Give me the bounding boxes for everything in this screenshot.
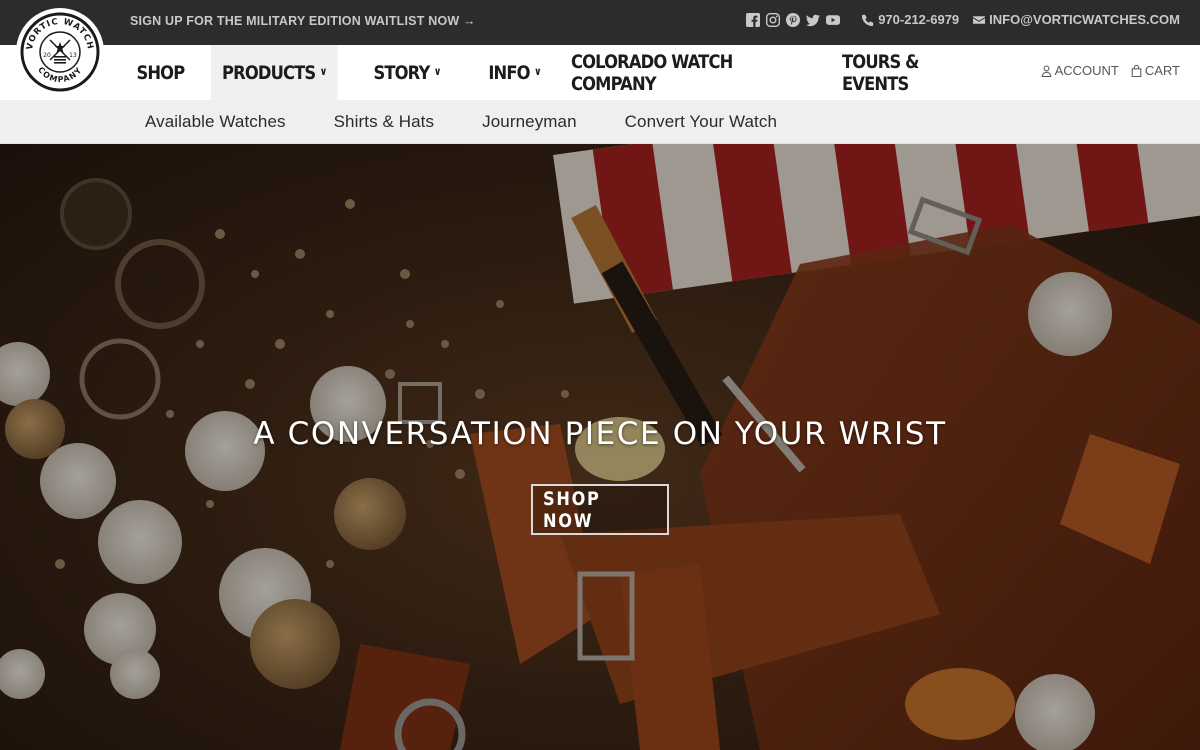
shop-now-button[interactable]: SHOP NOW	[531, 484, 669, 535]
nav-item-story[interactable]: STORY ∨	[358, 45, 456, 100]
submenu-item-available-watches[interactable]: Available Watches	[145, 100, 286, 144]
submenu-item-journeyman[interactable]: Journeyman	[482, 100, 577, 144]
envelope-icon	[973, 15, 986, 24]
nav-item-shop[interactable]: SHOP	[126, 45, 195, 100]
phone-number: 970-212-6979	[878, 12, 960, 27]
submenu-item-convert-your-watch[interactable]: Convert Your Watch	[625, 100, 777, 144]
nav-item-label: SHOP	[136, 61, 185, 84]
submenu-item-shirts-hats[interactable]: Shirts & Hats	[334, 100, 435, 144]
nav-item-label: COLORADO WATCH COMPANY	[571, 50, 733, 95]
hero-banner: A CONVERSATION PIECE ON YOUR WRIST SHOP …	[0, 144, 1200, 750]
account-link[interactable]: ACCOUNT	[1041, 63, 1119, 78]
twitter-icon[interactable]	[805, 12, 820, 27]
announcement-bar: SIGN UP FOR THE MILITARY EDITION WAITLIS…	[0, 0, 1200, 45]
nav-item-label: STORY	[373, 61, 430, 84]
nav-item-tours-events[interactable]: TOURS & EVENTS	[842, 45, 980, 100]
chevron-down-icon: ∨	[533, 65, 542, 78]
svg-text:20: 20	[43, 52, 51, 59]
waitlist-link[interactable]: SIGN UP FOR THE MILITARY EDITION WAITLIS…	[130, 14, 476, 28]
social-links	[745, 12, 840, 27]
account-cart-links: ACCOUNT CART	[1041, 63, 1180, 78]
topbar-right: 970-212-6979 INFO@VORTICWATCHES.COM	[745, 12, 1180, 27]
pinterest-icon[interactable]	[785, 12, 800, 27]
logo-emblem: VORTIC WATCH COMPANY 20 13	[20, 12, 100, 92]
main-navigation: SHOP PRODUCTS ∨ STORY ∨ INFO ∨ COLORADO WAT…	[0, 45, 1200, 100]
instagram-icon[interactable]	[765, 12, 780, 27]
email-address: INFO@VORTICWATCHES.COM	[989, 12, 1180, 27]
shopping-bag-icon	[1131, 64, 1142, 77]
chevron-down-icon: ∨	[433, 65, 442, 78]
facebook-icon[interactable]	[745, 12, 760, 27]
youtube-icon[interactable]	[825, 12, 840, 27]
phone-icon	[862, 14, 874, 26]
nav-item-products[interactable]: PRODUCTS ∨	[211, 45, 338, 100]
chevron-down-icon: ∨	[319, 65, 328, 78]
cart-label: CART	[1144, 63, 1180, 78]
shop-now-label: SHOP NOW	[543, 487, 601, 532]
nav-item-label: INFO	[488, 61, 530, 84]
nav-item-label: PRODUCTS	[221, 61, 316, 84]
account-label: ACCOUNT	[1054, 63, 1119, 78]
email-link[interactable]: INFO@VORTICWATCHES.COM	[973, 12, 1180, 27]
user-icon	[1041, 65, 1051, 77]
submenu-items: Available Watches Shirts & Hats Journeym…	[145, 100, 777, 144]
cart-link[interactable]: CART	[1131, 63, 1180, 78]
nav-item-label: TOURS & EVENTS	[842, 50, 919, 95]
svg-text:13: 13	[69, 52, 77, 59]
phone-link[interactable]: 970-212-6979	[862, 12, 959, 27]
products-submenu: Available Watches Shirts & Hats Journeym…	[0, 100, 1200, 144]
nav-item-colorado-watch-company[interactable]: COLORADO WATCH COMPANY	[571, 45, 804, 100]
hero-headline: A CONVERSATION PIECE ON YOUR WRIST	[253, 416, 947, 452]
nav-menu: SHOP PRODUCTS ∨ STORY ∨ INFO ∨ COLORADO WAT…	[126, 45, 1002, 100]
nav-item-info[interactable]: INFO ∨	[472, 45, 557, 100]
vortic-logo[interactable]: VORTIC WATCH COMPANY 20 13	[16, 8, 104, 96]
